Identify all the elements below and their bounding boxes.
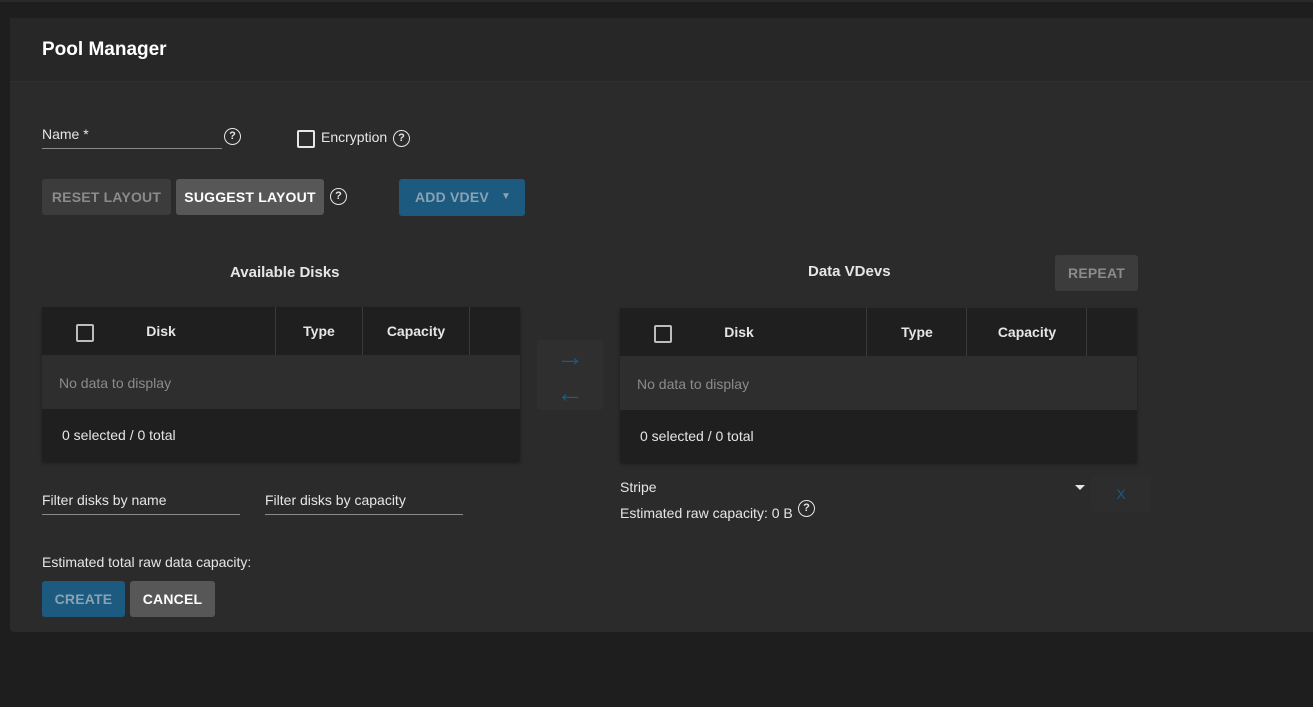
vdevs-table-footer: 0 selected / 0 total [620,410,1137,462]
vdevs-col-disk[interactable]: Disk [700,308,778,356]
available-col-type[interactable]: Type [276,307,362,355]
vdevs-selection-count: 0 selected / 0 total [640,428,754,444]
chevron-down-icon[interactable] [1075,485,1085,490]
name-field[interactable]: Name * [42,126,222,149]
arrow-left-icon[interactable]: ← [537,378,603,408]
column-divider [1086,308,1087,356]
suggest-help-icon[interactable]: ? [330,188,347,205]
estimated-raw-capacity: Estimated raw capacity: 0 B [620,505,793,521]
available-selection-count: 0 selected / 0 total [62,427,176,443]
vdevs-table-header: Disk Type Capacity [620,308,1137,356]
available-col-disk[interactable]: Disk [122,307,200,355]
vdevs-col-type[interactable]: Type [867,308,967,356]
vdev-layout-value: Stripe [620,479,657,495]
raw-capacity-help-icon[interactable]: ? [798,500,815,517]
vdev-layout-select[interactable]: Stripe [620,479,1090,497]
vdevs-col-capacity[interactable]: Capacity [967,308,1087,356]
top-divider [0,0,1313,2]
remove-vdev-button[interactable]: X [1091,476,1151,512]
add-vdev-label: ADD VDEV [415,189,489,205]
available-select-all-checkbox[interactable] [76,324,94,342]
encryption-label: Encryption [321,129,388,145]
available-col-capacity[interactable]: Capacity [363,307,469,355]
reset-layout-button[interactable]: RESET LAYOUT [42,179,171,215]
available-disks-title: Available Disks [230,264,340,281]
available-disks-table: Disk Type Capacity No data to display 0 … [42,307,520,461]
arrow-right-icon[interactable]: → [537,342,603,372]
transfer-controls: → ← [537,340,603,410]
add-vdev-dropdown-icon[interactable]: ▼ [501,179,511,215]
filter-by-name-input[interactable]: Filter disks by name [42,492,240,515]
suggest-layout-button[interactable]: SUGGEST LAYOUT [176,179,324,215]
name-help-icon[interactable]: ? [224,128,241,145]
data-vdevs-table: Disk Type Capacity No data to display 0 … [620,308,1137,462]
name-field-label: Name * [42,126,89,142]
card-header: Pool Manager [10,18,1313,82]
column-divider [469,307,470,355]
estimated-total-capacity: Estimated total raw data capacity: [42,554,252,570]
add-vdev-button[interactable]: ADD VDEV ▼ [399,179,525,216]
cancel-button[interactable]: CANCEL [130,581,215,617]
repeat-button[interactable]: REPEAT [1055,255,1138,291]
filter-by-capacity-input[interactable]: Filter disks by capacity [265,492,463,515]
data-vdevs-title: Data VDevs [808,263,891,280]
available-empty-message: No data to display [59,375,172,391]
available-table-header: Disk Type Capacity [42,307,520,355]
page-title: Pool Manager [42,39,167,60]
available-table-footer: 0 selected / 0 total [42,409,520,461]
create-button[interactable]: CREATE [42,581,125,617]
vdevs-empty-message: No data to display [637,376,750,392]
vdevs-select-all-checkbox[interactable] [654,325,672,343]
encryption-checkbox[interactable] [297,130,315,148]
encryption-help-icon[interactable]: ? [393,130,410,147]
